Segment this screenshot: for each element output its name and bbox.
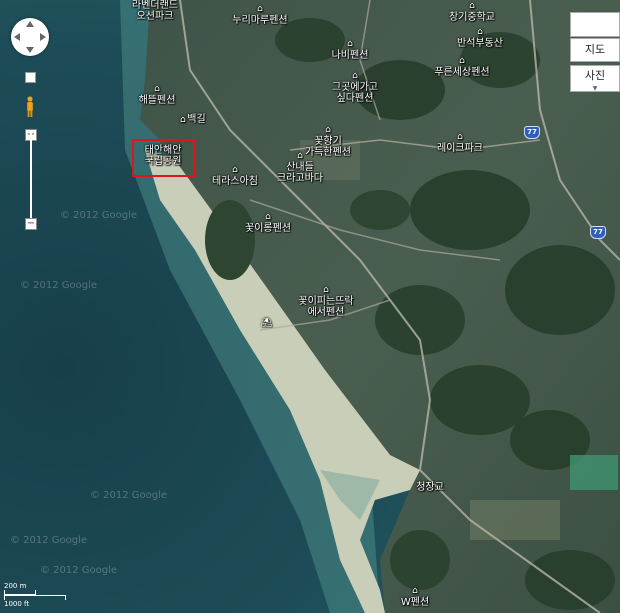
pan-down-icon[interactable]: [26, 47, 34, 53]
pension-pin-icon: ⌂: [265, 212, 271, 222]
label-kkotipi[interactable]: ⌂ 꽃이피는뜨락 에서펜션: [298, 285, 353, 319]
pension-pin-icon: ⌂: [179, 115, 186, 125]
pension-pin-icon: ⌂: [232, 165, 238, 175]
label-banseok[interactable]: ⌂ 반석부동산: [457, 27, 503, 50]
pension-pin-icon: ⌂: [412, 586, 418, 596]
route-shield: 77: [590, 226, 606, 239]
watermark: © 2012 Google: [20, 280, 98, 291]
pension-pin-icon: ⌂: [297, 151, 303, 161]
label-lake[interactable]: ⌂ 레이크파크: [437, 132, 483, 155]
label-chongjang[interactable]: 청장교: [416, 482, 444, 493]
scale-bar: 200 m 1000 ft: [4, 582, 66, 608]
pension-pin-icon: ⌂: [457, 132, 463, 142]
label-pureun[interactable]: ⌂ 푸른세상펜션: [434, 56, 489, 79]
dropdown-arrow-icon: ▼: [592, 85, 598, 92]
label-lavender[interactable]: 라벤더랜드 오션파크: [132, 0, 178, 22]
pan-control[interactable]: [11, 18, 49, 56]
pension-pin-icon: ⌂: [352, 71, 358, 81]
map-type-map-button[interactable]: 지도: [570, 38, 620, 62]
pan-right-icon[interactable]: [40, 33, 46, 41]
label-w[interactable]: ⌂ W펜션: [401, 586, 429, 609]
zoom-slider[interactable]: [30, 130, 32, 218]
zoom-out-button[interactable]: −: [25, 218, 37, 230]
pension-pin-icon: ⌂: [154, 84, 160, 94]
pension-pin-icon: ⌂: [459, 56, 465, 66]
pension-pin-icon: ⌂: [323, 285, 329, 295]
label-baekgil[interactable]: ⌂ 백길: [178, 114, 206, 125]
watermark: © 2012 Google: [40, 565, 118, 576]
pegman-icon[interactable]: [25, 96, 35, 118]
pan-up-icon[interactable]: [26, 21, 34, 27]
reset-view-button[interactable]: [25, 72, 36, 83]
scale-metric: 200 m: [4, 582, 27, 590]
pension-pin-icon: ⌂: [257, 4, 263, 14]
label-changgi-school[interactable]: ⌂ 창기중학교: [449, 1, 495, 24]
satellite-map[interactable]: © 2012 Google © 2012 Google © 2012 Googl…: [0, 0, 620, 613]
pension-pin-icon: ⌂: [325, 125, 331, 135]
watermark: © 2012 Google: [60, 210, 138, 221]
label-sanneul[interactable]: ⌂ 산내들 크라고바다: [277, 151, 323, 185]
scale-imperial: 1000 ft: [4, 600, 30, 608]
pension-pin-icon: ⌂: [347, 39, 353, 49]
map-type-toggle[interactable]: [570, 12, 620, 37]
label-nuri[interactable]: ⌂ 누리마루펜션: [232, 4, 287, 27]
school-pin-icon: ⌂: [469, 1, 475, 11]
map-type-photo-button[interactable]: 사진 ▼: [570, 65, 620, 92]
label-haedeul[interactable]: ⌂ 해뜰펜션: [139, 84, 176, 107]
label-kkoti[interactable]: ⌂ 꽃이롱펜션: [245, 212, 291, 235]
label-national-park[interactable]: 태안해안 국립공원: [145, 145, 182, 167]
route-shield: 77: [524, 126, 540, 139]
label-nabi[interactable]: ⌂ 나비펜션: [332, 39, 369, 62]
label-gureu[interactable]: ⌂ 그곳에가고 싶다펜션: [332, 71, 378, 105]
watermark: © 2012 Google: [90, 490, 168, 501]
watermark: © 2012 Google: [10, 535, 88, 546]
label-terrace[interactable]: ⌂ 테라스아침: [212, 165, 258, 188]
pan-left-icon[interactable]: [14, 33, 20, 41]
building-pin-icon: ⌂: [477, 27, 483, 37]
beach-icon: ⛱: [261, 318, 273, 328]
